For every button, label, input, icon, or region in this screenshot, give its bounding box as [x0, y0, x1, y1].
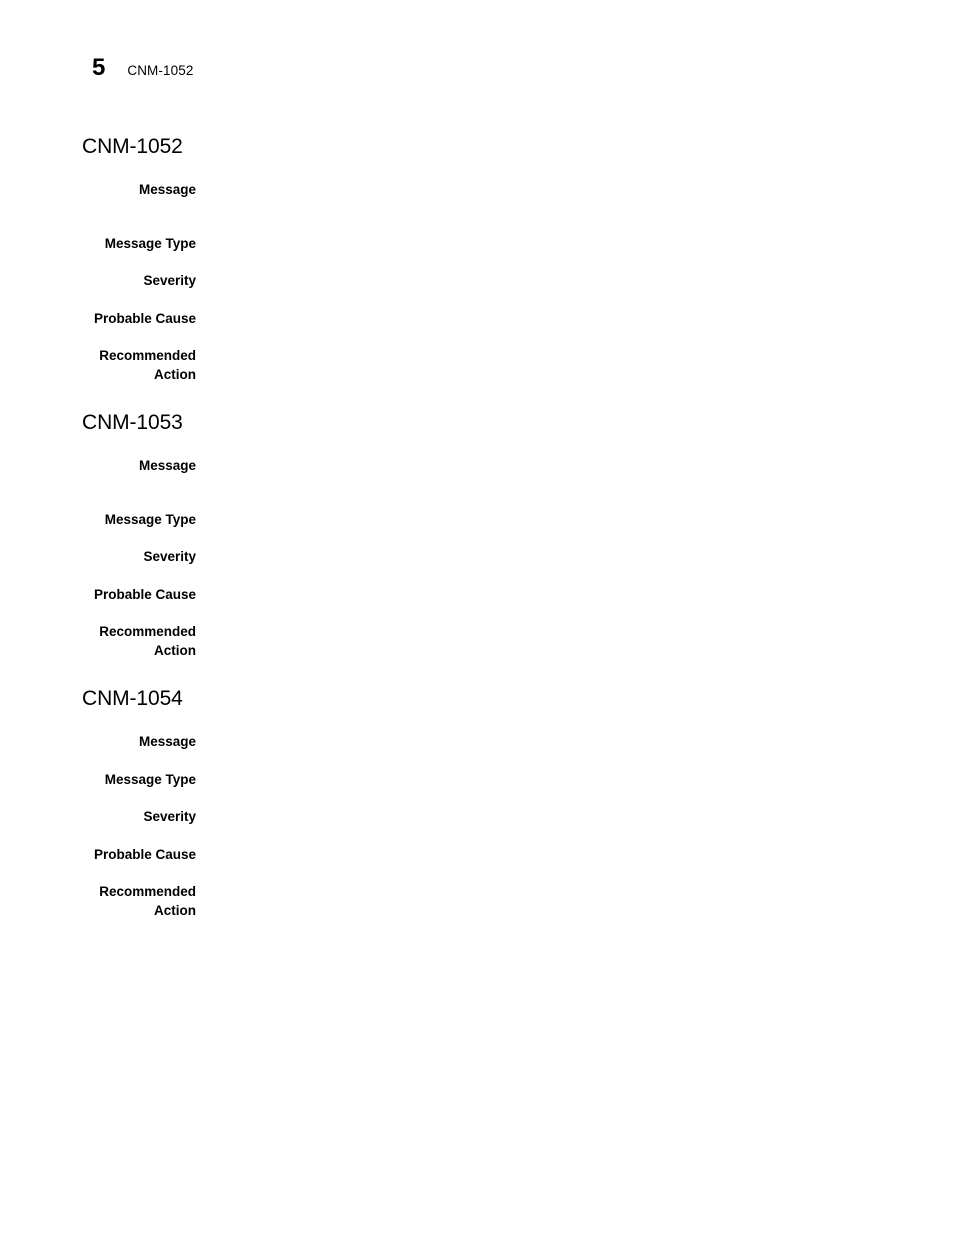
- document-page: 5 CNM-1052 CNM-1052 Message Message Type Se…: [0, 0, 954, 1235]
- field-value: [212, 235, 954, 236]
- field-row: Message: [0, 457, 954, 476]
- field-value: [212, 846, 954, 847]
- field-row: Probable Cause: [0, 310, 954, 329]
- field-row: Message: [0, 181, 954, 200]
- field-label: Probable Cause: [93, 587, 196, 602]
- field-label: Message: [138, 182, 196, 197]
- field-label: Recommended Action: [99, 624, 196, 658]
- field-value: [212, 511, 954, 512]
- section-heading: CNM-1054: [82, 687, 183, 710]
- field-label: Severity: [143, 549, 196, 564]
- field-label: Message: [138, 734, 196, 749]
- field-label: Recommended Action: [99, 348, 196, 382]
- chapter-number: 5: [92, 54, 106, 81]
- field-value: [212, 548, 954, 549]
- field-value: [212, 883, 954, 884]
- field-value: [212, 457, 954, 458]
- field-row: Message Type: [0, 511, 954, 530]
- field-row: Recommended Action: [0, 883, 954, 920]
- field-row: Severity: [0, 808, 954, 827]
- field-value: [212, 310, 954, 311]
- running-header-title: CNM-1052: [127, 63, 194, 78]
- field-row: Message Type: [0, 235, 954, 254]
- field-row: Severity: [0, 272, 954, 291]
- field-value: [212, 181, 954, 182]
- field-value: [212, 771, 954, 772]
- field-value: [212, 733, 954, 734]
- field-row: Message Type: [0, 771, 954, 790]
- field-row: Recommended Action: [0, 623, 954, 660]
- field-row: Recommended Action: [0, 347, 954, 384]
- field-value: [212, 586, 954, 587]
- field-row: Probable Cause: [0, 846, 954, 865]
- field-label: Probable Cause: [93, 847, 196, 862]
- field-value: [212, 347, 954, 348]
- field-row: Probable Cause: [0, 586, 954, 605]
- field-value: [212, 623, 954, 624]
- field-label: Message Type: [104, 512, 196, 527]
- field-row: Message: [0, 733, 954, 752]
- field-label: Severity: [143, 809, 196, 824]
- field-label: Message: [138, 458, 196, 473]
- field-value: [212, 272, 954, 273]
- section-heading: CNM-1053: [82, 411, 183, 434]
- field-label: Message Type: [104, 772, 196, 787]
- field-row: Severity: [0, 548, 954, 567]
- section-heading: CNM-1052: [82, 135, 183, 158]
- field-label: Recommended Action: [99, 884, 196, 918]
- field-value: [212, 808, 954, 809]
- field-label: Message Type: [104, 236, 196, 251]
- running-header: 5 CNM-1052: [92, 56, 193, 80]
- field-label: Probable Cause: [93, 311, 196, 326]
- field-label: Severity: [143, 273, 196, 288]
